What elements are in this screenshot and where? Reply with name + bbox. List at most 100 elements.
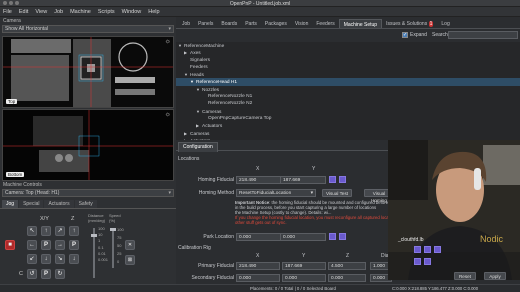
capture-park-icon[interactable] [329, 233, 336, 240]
jog-y-plus-button[interactable]: ↑ [41, 226, 51, 236]
tree-item-label: ReferenceHead H1 [196, 80, 238, 86]
homing-method-select[interactable]: ResetToFiducialLocation ▾ [236, 189, 316, 197]
tab-feeders[interactable]: Feeders [312, 19, 338, 28]
park-y-field[interactable]: 0.000 [280, 233, 326, 241]
jog-x-plus-button[interactable]: → [55, 240, 65, 250]
move-park-icon[interactable] [339, 233, 346, 240]
park-location-label: Park Location [203, 234, 234, 240]
tab-log[interactable]: Log [437, 19, 453, 28]
rotate-ccw-button[interactable]: ↺ [27, 269, 37, 279]
menu-file[interactable]: File [3, 9, 12, 15]
tree-item[interactable]: ▼ Nozzles [176, 86, 520, 93]
jog-down-left-button[interactable]: ↙ [27, 254, 37, 264]
safe-z-button[interactable]: ⊠ [125, 255, 135, 265]
tab-issues-solutions[interactable]: Issues & Solutions 1 [382, 19, 437, 28]
primary-x-field[interactable]: 218.490 [236, 262, 280, 270]
homing-fiducial-y-field[interactable]: 187.669 [280, 176, 326, 184]
tab-jog[interactable]: Jog [2, 200, 19, 208]
park-c-button[interactable]: P [41, 269, 51, 279]
stop-button[interactable]: ■ [5, 240, 15, 250]
tree-item[interactable]: ReferenceNozzle N1 [176, 93, 520, 100]
tree-item[interactable]: ▶Actuators [176, 122, 520, 129]
tree-item-label: Cameras [190, 131, 210, 137]
visual-test-button[interactable]: Visual Test [322, 189, 352, 197]
apply-button[interactable]: Apply [484, 272, 506, 280]
tab-boards[interactable]: Boards [217, 19, 241, 28]
capture-camera-icon[interactable] [329, 176, 336, 183]
tree-item[interactable]: ▼ ReferenceHead H1 [176, 78, 520, 86]
camera-select[interactable]: Show All Horizontal ▾ [2, 25, 174, 33]
tree-item[interactable]: ▶ Cameras [176, 130, 520, 137]
tab-vision[interactable]: Vision [291, 19, 313, 28]
distance-slider-knob[interactable] [91, 234, 97, 237]
expand-checkbox[interactable]: ✓ [402, 32, 408, 38]
top-camera-view[interactable]: Top ☼ [2, 36, 174, 108]
move-secondary-icon[interactable] [424, 258, 431, 265]
jog-up-right-button[interactable]: ↗ [55, 226, 65, 236]
park-x-field[interactable]: 0.000 [236, 233, 282, 241]
menu-scripts[interactable]: Scripts [98, 9, 115, 15]
sun-icon[interactable]: ☼ [165, 38, 171, 45]
menu-window[interactable]: Window [122, 9, 142, 15]
jog-y-minus-button[interactable]: ↓ [41, 254, 51, 264]
park-z-button[interactable]: P [69, 240, 79, 250]
speed-tick: 25 [117, 251, 122, 256]
tree-item[interactable]: ▼ ReferenceMachine [176, 42, 520, 49]
menu-job[interactable]: Job [54, 9, 63, 15]
tab-packages[interactable]: Packages [261, 19, 291, 28]
tree-item[interactable]: ▼ Cameras [176, 108, 520, 115]
tab-parts[interactable]: Parts [241, 19, 261, 28]
park-xy-button[interactable]: P [41, 240, 51, 250]
sun-icon[interactable]: ☼ [165, 111, 171, 118]
move-camera-icon[interactable] [339, 176, 346, 183]
menu-machine[interactable]: Machine [70, 9, 91, 15]
menu-help[interactable]: Help [148, 9, 159, 15]
jog-z-down-button[interactable]: ↓ [69, 254, 79, 264]
tree-item[interactable]: Signalers [176, 57, 520, 64]
menu-view[interactable]: View [35, 9, 47, 15]
jog-down-right-button[interactable]: ↘ [55, 254, 65, 264]
tab-panels[interactable]: Panels [194, 19, 217, 28]
speed-slider[interactable] [110, 228, 116, 268]
chevron-down-icon: ▾ [168, 26, 171, 32]
capture-secondary-icon[interactable] [414, 258, 421, 265]
discard-button[interactable]: ✕ [125, 240, 135, 250]
tab-actuators[interactable]: Actuators [44, 200, 74, 208]
tab-special[interactable]: Special [19, 200, 44, 208]
tree-item[interactable]: ▼ Heads [176, 71, 520, 78]
tree-item[interactable]: ReferenceNozzle N2 [176, 100, 520, 107]
search-input[interactable] [448, 31, 518, 39]
jog-z-up-button[interactable]: ↑ [69, 226, 79, 236]
reset-button[interactable]: Reset [454, 272, 476, 280]
jog-up-left-button[interactable]: ↖ [27, 226, 37, 236]
jog-x-minus-button[interactable]: ← [27, 240, 37, 250]
tree-item[interactable]: OpenPnpCaptureCamera Top [176, 115, 520, 122]
speed-slider-knob[interactable] [110, 228, 116, 231]
bottom-camera-view[interactable]: Bottom ☼ [2, 109, 174, 181]
tab-machine-setup[interactable]: Machine Setup [338, 19, 383, 28]
main-tabs: Job Panels Boards Parts Packages Vision … [176, 19, 520, 29]
primary-z-field[interactable]: 4.500 [328, 262, 366, 270]
tree-item[interactable]: ▶ Axes [176, 49, 520, 56]
distance-slider[interactable] [91, 228, 97, 278]
column-x-header: X [256, 166, 260, 172]
chevron-down-icon: ▾ [310, 191, 313, 196]
column-y-header: Y [302, 253, 306, 259]
tab-safety[interactable]: Safety [74, 200, 97, 208]
capture-primary-icon[interactable] [414, 246, 421, 253]
tab-configuration[interactable]: Configuration [178, 142, 218, 152]
head-select[interactable]: Camera: Top (Head: H1) ▾ [2, 189, 174, 197]
secondary-z-field[interactable]: 0.000 [328, 274, 366, 282]
secondary-x-field[interactable]: 0.000 [236, 274, 280, 282]
rotate-cw-button[interactable]: ↻ [55, 269, 65, 279]
nozzle-primary-icon[interactable] [434, 246, 441, 253]
menu-edit[interactable]: Edit [19, 9, 28, 15]
homing-fiducial-x-field[interactable]: 218.490 [236, 176, 282, 184]
primary-y-field[interactable]: 187.669 [282, 262, 326, 270]
tree-item[interactable]: Feeders [176, 64, 520, 71]
secondary-y-field[interactable]: 0.000 [282, 274, 326, 282]
tab-job[interactable]: Job [178, 19, 194, 28]
machine-controls: Machine Controls Camera: Top (Head: H1) ▾… [0, 181, 176, 209]
tree-item-label: Nozzles [202, 87, 220, 93]
move-primary-icon[interactable] [424, 246, 431, 253]
